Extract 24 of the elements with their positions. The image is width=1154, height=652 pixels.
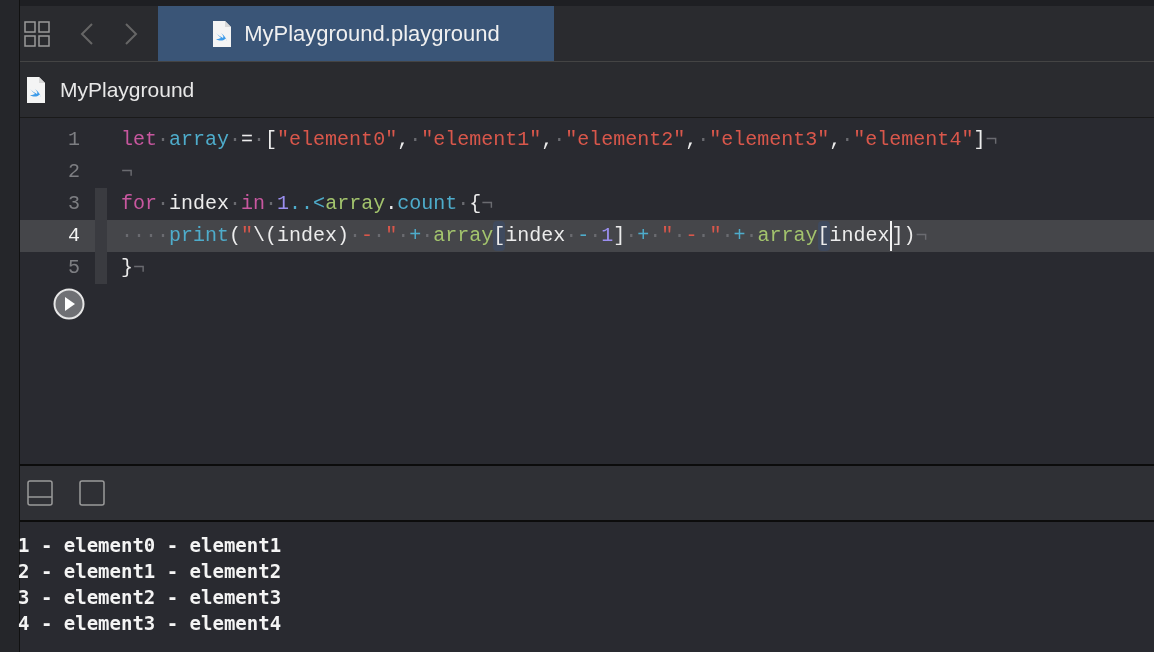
line-number: 1 (67, 127, 80, 153)
console-line: 3 - element2 - element3 (18, 585, 283, 610)
back-icon[interactable] (80, 21, 94, 46)
console-line: 2 - element1 - element2 (18, 559, 283, 584)
square-icon[interactable] (79, 480, 105, 506)
swift-file-icon (26, 75, 46, 104)
swift-file-icon (212, 19, 233, 48)
breadcrumb-label[interactable]: MyPlayground (60, 73, 195, 106)
grid-icon[interactable] (24, 20, 50, 47)
code-line: }¬ (121, 255, 147, 281)
line-number: 5 (67, 255, 80, 281)
file-tab[interactable]: MyPlayground.playground (158, 6, 554, 61)
line-number: 3 (67, 191, 80, 217)
console-line: 4 - element3 - element4 (18, 611, 283, 636)
console-line: 1 - element0 - element1 (18, 533, 283, 558)
bottom-panel-icon[interactable] (27, 480, 53, 506)
code-line: ¬ (121, 159, 134, 185)
line-number: 4 (67, 223, 80, 249)
code-line: for·index·in·1..<array.count·{¬ (121, 191, 495, 217)
code-line: ····print("\(index)·-·"·+·array[index·-·1]·+·"·-·"·+·array[index])¬ (121, 221, 1154, 251)
forward-icon[interactable] (124, 21, 138, 46)
play-icon[interactable] (53, 288, 85, 320)
code-line: let·array·=·["element0",·"element1",·"element2",·"element3",·"element4"]¬ (121, 127, 999, 153)
line-number: 2 (67, 159, 80, 185)
